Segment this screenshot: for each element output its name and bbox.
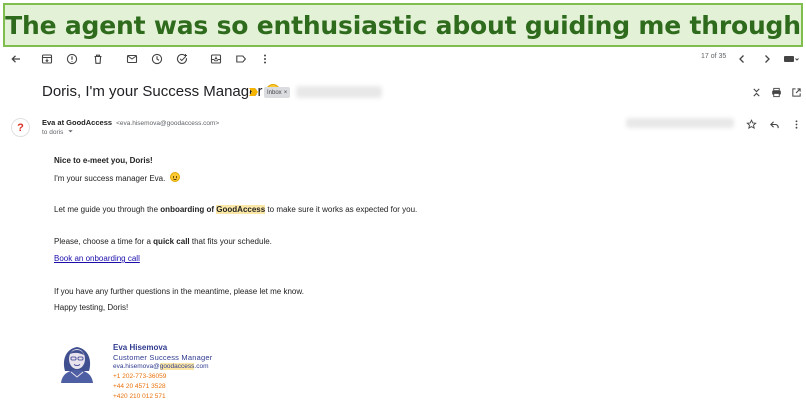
intro-line: I'm your success manager Eva. — [54, 172, 180, 183]
star-icon[interactable] — [744, 117, 758, 131]
goodaccess-highlight: GoodAccess — [216, 205, 266, 214]
closing-line: Happy testing, Doris! — [54, 303, 129, 312]
caption-text: The agent was so enthusiastic about guid… — [5, 10, 801, 40]
more-icon[interactable] — [256, 50, 274, 68]
p2-before: Please, choose a time for a — [54, 237, 154, 246]
newer-icon[interactable] — [733, 50, 751, 68]
keyboard-icon[interactable] — [781, 50, 801, 68]
onboarding-paragraph: Let me guide you through the onboarding … — [54, 205, 417, 214]
back-arrow-icon[interactable] — [7, 50, 25, 68]
delete-icon[interactable] — [89, 50, 107, 68]
recipient-text: to doris — [42, 129, 64, 136]
older-icon[interactable] — [758, 50, 776, 68]
importance-marker-icon[interactable] — [249, 88, 259, 96]
questions-paragraph: If you have any further questions in the… — [54, 287, 304, 296]
signature-name: Eva Hisemova — [113, 343, 168, 352]
email-subject: Doris, I'm your Success Manager — [42, 83, 281, 100]
signature-phone-cz[interactable]: +420 210 012 571 — [113, 393, 166, 400]
p1-before: Let me guide you through the — [54, 205, 161, 214]
reply-icon[interactable] — [767, 117, 781, 131]
signature-title: Customer Success Manager — [113, 353, 213, 362]
intro-text: I'm your success manager Eva. — [54, 174, 166, 183]
inbox-label-chip[interactable]: Inbox × — [264, 87, 291, 98]
p2-bold: quick call — [153, 237, 190, 246]
p2-after: that fits your schedule. — [189, 237, 272, 246]
message-more-icon[interactable] — [789, 117, 803, 131]
smile-emoji-icon — [169, 172, 180, 182]
add-task-icon[interactable] — [173, 50, 191, 68]
signature-phone-uk[interactable]: +44 20 4571 3528 — [113, 383, 166, 390]
open-new-window-icon[interactable] — [789, 85, 803, 99]
caption-banner: The agent was so enthusiastic about guid… — [3, 3, 803, 47]
sender-avatar: ? — [11, 118, 30, 137]
redacted-timestamp — [626, 118, 734, 128]
p1-bold: onboarding of — [160, 205, 217, 214]
p1-after: to make sure it works as expected for yo… — [265, 205, 418, 214]
book-call-link[interactable]: Book an onboarding call — [54, 254, 140, 263]
inbox-label-text: Inbox — [267, 89, 282, 96]
expand-all-icon[interactable] — [749, 85, 763, 99]
recipients-line[interactable]: to doris — [42, 128, 74, 136]
label-icon[interactable] — [232, 50, 250, 68]
sig-email-tld: .com — [194, 363, 209, 370]
greeting-line: Nice to e-meet you, Doris! — [54, 156, 153, 165]
report-spam-icon[interactable] — [63, 50, 81, 68]
sender-name[interactable]: Eva at GoodAccess — [42, 118, 112, 127]
redacted-label — [296, 86, 382, 98]
sig-email-user: eva.hisemova@ — [113, 363, 160, 370]
sender-info: Eva at GoodAccess <eva.hisemova@goodacce… — [42, 118, 219, 127]
sig-email-domain: goodaccess — [159, 363, 195, 370]
email-toolbar: 17 of 35 — [0, 50, 806, 70]
snooze-icon[interactable] — [148, 50, 166, 68]
archive-icon[interactable] — [38, 50, 56, 68]
remove-label-icon[interactable]: × — [284, 90, 288, 96]
subject-text: Doris, I'm your Success Manager — [42, 83, 263, 100]
mark-unread-icon[interactable] — [123, 50, 141, 68]
call-paragraph: Please, choose a time for a quick call t… — [54, 237, 272, 246]
avatar-glyph: ? — [17, 121, 24, 134]
signature-email[interactable]: eva.hisemova@goodaccess.com — [113, 363, 209, 370]
show-details-icon[interactable] — [67, 128, 74, 135]
signature-phone-us[interactable]: +1 202-773-36059 — [113, 373, 166, 380]
print-icon[interactable] — [769, 85, 783, 99]
move-to-icon[interactable] — [207, 50, 225, 68]
pager-text: 17 of 35 — [701, 53, 727, 60]
signature-photo — [61, 347, 93, 383]
sender-email: <eva.hisemova@goodaccess.com> — [116, 120, 220, 127]
